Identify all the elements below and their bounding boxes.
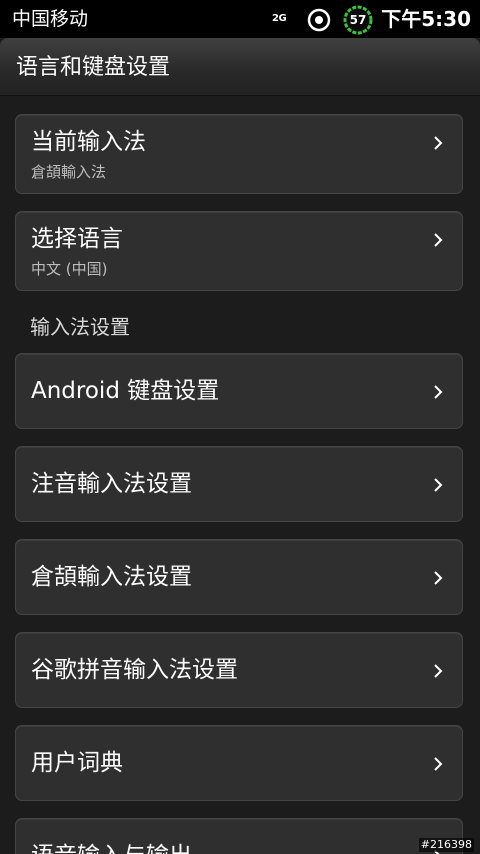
chevron-right-icon	[434, 478, 443, 492]
current-input-method-value: 倉頡輸入法	[31, 163, 107, 181]
google-pinyin-settings-item[interactable]: 谷歌拼音输入法设置	[15, 632, 463, 708]
input-method-section-header: 输入法设置	[30, 315, 130, 339]
user-dictionary-item[interactable]: 用户词典	[15, 725, 463, 801]
list-item-label: Android 键盘设置	[31, 378, 220, 404]
select-language-item[interactable]: 选择语言 中文 (中国)	[15, 211, 463, 291]
chevron-right-icon	[434, 233, 443, 247]
sync-icon	[307, 8, 331, 32]
watermark: #216398	[418, 838, 474, 852]
chevron-right-icon	[434, 136, 443, 150]
clock: 下午5:30	[381, 7, 471, 31]
cangjie-settings-item[interactable]: 倉頡輸入法设置	[15, 539, 463, 615]
battery-level: 57	[349, 13, 367, 27]
chevron-right-icon	[434, 757, 443, 771]
settings-list: 当前输入法 倉頡輸入法 选择语言 中文 (中国) 输入法设置 Android 键…	[0, 96, 480, 854]
carrier-name: 中国移动	[12, 8, 89, 30]
chevron-right-icon	[434, 385, 443, 399]
list-item-label: 语音输入与输出	[31, 841, 192, 854]
list-item-label: 注音輸入法设置	[31, 471, 192, 497]
screen: 中国移动 2G 57 下午5:30 语言和键盘设置 当前输入法 倉頡輸入法 选择…	[0, 0, 480, 854]
select-language-value: 中文 (中国)	[31, 260, 108, 278]
list-item-label: 谷歌拼音输入法设置	[31, 657, 238, 683]
chevron-right-icon	[434, 571, 443, 585]
page-title: 语言和键盘设置	[16, 55, 171, 80]
zhuyin-settings-item[interactable]: 注音輸入法设置	[15, 446, 463, 522]
list-item-label: 用户词典	[31, 750, 123, 776]
current-input-method-label: 当前输入法	[31, 129, 146, 155]
list-item-label: 倉頡輸入法设置	[31, 564, 192, 590]
status-bar: 中国移动 2G 57 下午5:30	[0, 0, 480, 38]
title-bar: 语言和键盘设置	[0, 38, 480, 96]
select-language-label: 选择语言	[31, 226, 123, 252]
voice-input-output-item[interactable]: 语音输入与输出	[15, 818, 463, 854]
android-keyboard-settings-item[interactable]: Android 键盘设置	[15, 353, 463, 429]
chevron-right-icon	[434, 664, 443, 678]
network-type-badge: 2G	[272, 13, 287, 24]
current-input-method-item[interactable]: 当前输入法 倉頡輸入法	[15, 114, 463, 194]
